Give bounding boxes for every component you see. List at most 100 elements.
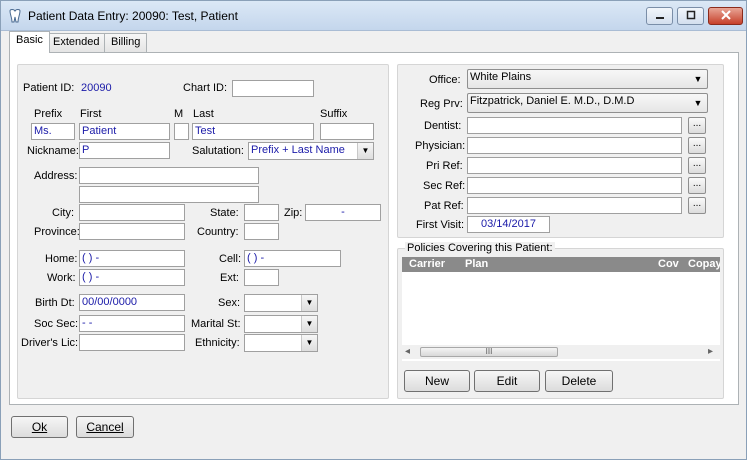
suffix-field[interactable]	[320, 123, 374, 140]
salutation-label: Salutation:	[192, 145, 244, 157]
state-label: State:	[210, 207, 239, 219]
tab-billing-label: Billing	[111, 36, 141, 48]
reg-prv-select[interactable]: Fitzpatrick, Daniel E. M.D., D.M.D ▼	[467, 93, 708, 113]
birth-date-field[interactable]: 00/00/0000	[79, 294, 185, 311]
sec-ref-field[interactable]	[467, 177, 682, 194]
patient-id-label: Patient ID:	[23, 82, 75, 94]
zip-label: Zip:	[284, 207, 303, 219]
first-name-field[interactable]: Patient	[79, 123, 170, 140]
tab-basic-label: Basic	[16, 34, 43, 46]
new-policy-button[interactable]: New	[404, 370, 470, 392]
dentist-lookup-button[interactable]: ...	[688, 117, 706, 134]
office-label: Office:	[429, 74, 461, 86]
tab-basic[interactable]: Basic	[9, 31, 50, 53]
first-visit-field[interactable]: 03/14/2017	[467, 216, 550, 233]
cancel-button[interactable]: Cancel	[76, 416, 134, 438]
marital-status-select[interactable]: ▼	[244, 315, 318, 333]
ext-field[interactable]	[244, 269, 279, 286]
chevron-down-icon[interactable]: ▼	[689, 70, 707, 86]
ethnicity-select[interactable]: ▼	[244, 334, 318, 352]
chevron-down-icon[interactable]: ▼	[301, 295, 317, 311]
app-tooth-icon	[9, 9, 21, 23]
scroll-right-icon[interactable]: ▸	[708, 346, 713, 357]
address-label: Address:	[34, 170, 78, 182]
suffix-header: Suffix	[320, 108, 348, 120]
chevron-down-icon[interactable]: ▼	[301, 316, 317, 332]
drivers-license-field[interactable]	[79, 334, 185, 351]
soc-sec-field[interactable]: - -	[79, 315, 185, 332]
minimize-icon	[655, 17, 664, 19]
city-label: City:	[52, 207, 74, 219]
sex-select[interactable]: ▼	[244, 294, 318, 312]
pat-ref-field[interactable]	[467, 197, 682, 214]
country-field[interactable]	[244, 223, 279, 240]
chevron-down-icon[interactable]: ▼	[357, 143, 373, 159]
last-name-field[interactable]: Test	[192, 123, 314, 140]
physician-lookup-button[interactable]: ...	[688, 137, 706, 154]
chart-id-label: Chart ID:	[183, 82, 228, 94]
salutation-select[interactable]: Prefix + Last Name ▼	[248, 142, 374, 160]
dentist-label: Dentist:	[424, 120, 462, 132]
prefix-header: Prefix	[34, 108, 63, 120]
pri-ref-lookup-button[interactable]: ...	[688, 157, 706, 174]
pri-ref-field[interactable]	[467, 157, 682, 174]
pat-ref-label: Pat Ref:	[424, 200, 464, 212]
sec-ref-lookup-button[interactable]: ...	[688, 177, 706, 194]
physician-field[interactable]	[467, 137, 682, 154]
pri-ref-label: Pri Ref:	[426, 160, 463, 172]
close-icon	[720, 10, 731, 20]
office-select[interactable]: White Plains ▼	[467, 69, 708, 89]
tab-extended[interactable]: Extended	[46, 33, 107, 52]
chart-id-field[interactable]	[232, 80, 314, 97]
home-phone-field[interactable]: ( ) -	[79, 250, 185, 267]
soc-sec-label: Soc Sec:	[34, 318, 79, 330]
close-button[interactable]	[708, 7, 743, 25]
delete-policy-button[interactable]: Delete	[545, 370, 613, 392]
chevron-down-icon[interactable]: ▼	[301, 335, 317, 351]
work-phone-label: Work:	[47, 272, 76, 284]
dentist-field[interactable]	[467, 117, 682, 134]
address-line-2-field[interactable]	[79, 186, 259, 203]
patient-id-value: 20090	[81, 82, 112, 94]
tab-billing[interactable]: Billing	[104, 33, 148, 52]
tab-extended-label: Extended	[53, 36, 100, 48]
cell-phone-field[interactable]: ( ) -	[244, 250, 341, 267]
pat-ref-lookup-button[interactable]: ...	[688, 197, 706, 214]
province-field[interactable]	[79, 223, 185, 240]
prefix-field[interactable]: Ms.	[31, 123, 75, 140]
edit-policy-button[interactable]: Edit	[474, 370, 540, 392]
first-header: First	[80, 108, 102, 120]
column-plan[interactable]: Plan	[465, 258, 488, 270]
column-copay[interactable]: Copay	[688, 258, 720, 270]
minimize-button[interactable]	[646, 7, 673, 25]
sex-label: Sex:	[218, 297, 241, 309]
state-field[interactable]	[244, 204, 279, 221]
ok-button[interactable]: Ok	[11, 416, 68, 438]
city-field[interactable]	[79, 204, 185, 221]
title-bar[interactable]: Patient Data Entry: 20090: Test, Patient	[1, 1, 746, 31]
middle-initial-field[interactable]	[174, 123, 189, 140]
column-cov[interactable]: Cov	[658, 258, 679, 270]
home-phone-label: Home:	[45, 253, 78, 265]
scroll-left-icon[interactable]: ◂	[405, 346, 410, 357]
nickname-field[interactable]: P	[79, 142, 170, 159]
window-title: Patient Data Entry: 20090: Test, Patient	[28, 9, 238, 23]
column-carrier[interactable]: Carrier	[409, 258, 445, 270]
reg-prv-label: Reg Prv:	[420, 98, 463, 110]
zip-field[interactable]: -	[305, 204, 381, 221]
nickname-label: Nickname:	[27, 145, 79, 157]
maximize-icon	[686, 10, 695, 20]
maximize-button[interactable]	[677, 7, 704, 25]
province-label: Province:	[34, 226, 80, 238]
ext-label: Ext:	[220, 272, 239, 284]
work-phone-field[interactable]: ( ) -	[79, 269, 185, 286]
sec-ref-label: Sec Ref:	[423, 180, 466, 192]
drivers-license-label: Driver's Lic:	[21, 337, 79, 349]
policies-horizontal-scrollbar[interactable]: ◂ III ▸	[402, 345, 720, 359]
address-line-1-field[interactable]	[79, 167, 259, 184]
chevron-down-icon[interactable]: ▼	[689, 94, 707, 110]
scroll-thumb[interactable]: III	[420, 347, 558, 357]
patient-data-entry-window: Patient Data Entry: 20090: Test, Patient…	[0, 0, 747, 460]
country-label: Country:	[197, 226, 239, 238]
last-header: Last	[193, 108, 214, 120]
